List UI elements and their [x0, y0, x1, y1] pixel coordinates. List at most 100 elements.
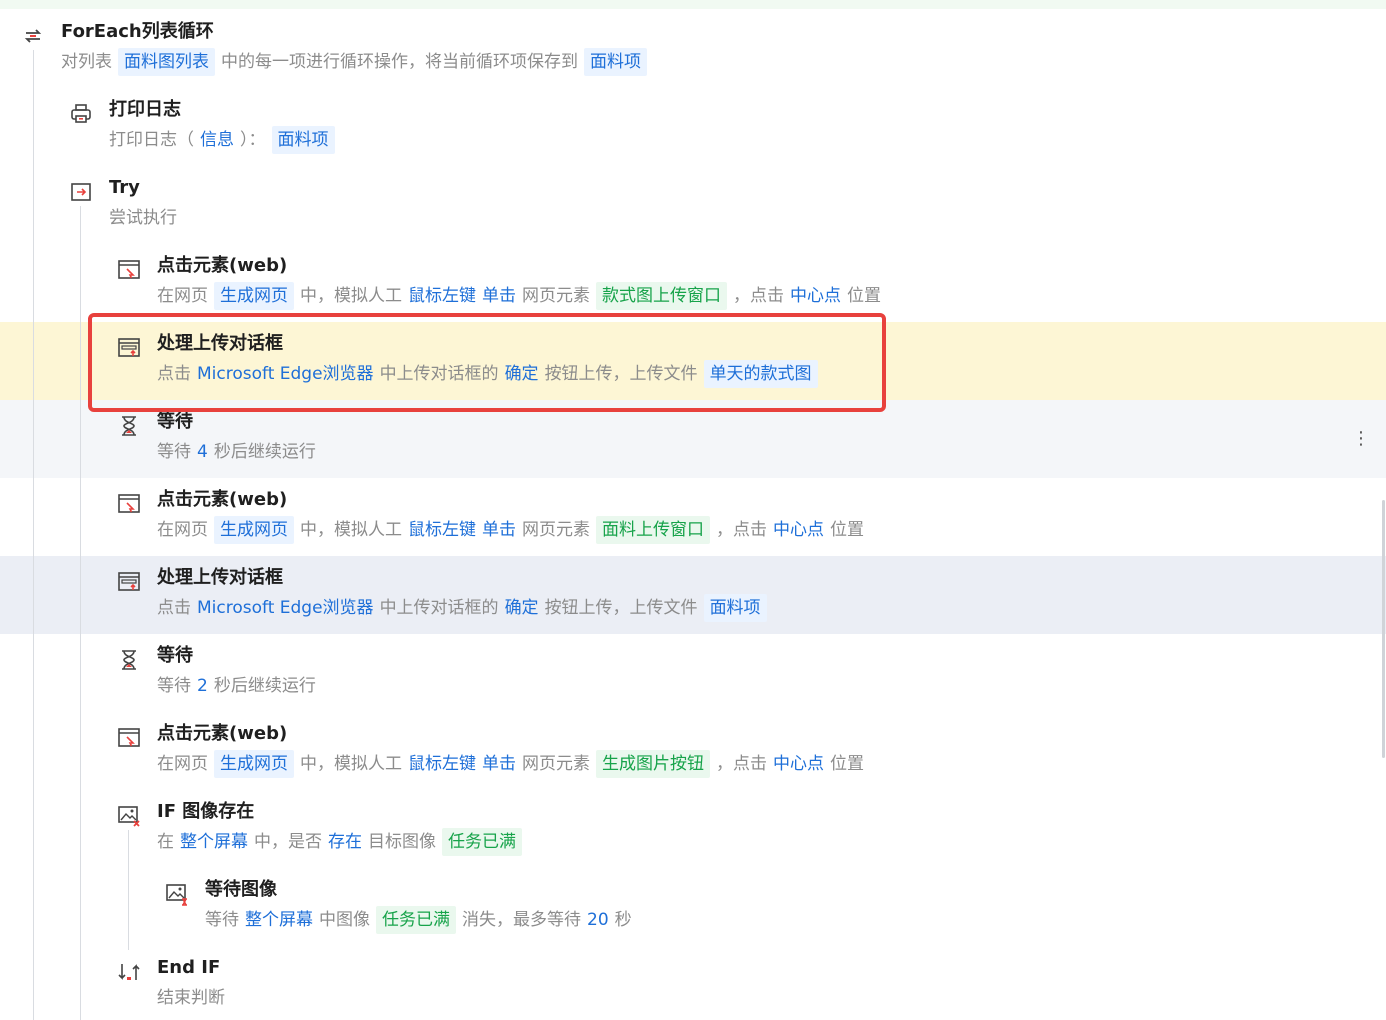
- desc-text: ）：: [240, 130, 266, 150]
- param-value[interactable]: 4: [197, 438, 208, 466]
- desc-text: ，点击: [716, 520, 767, 540]
- param-value[interactable]: 存在: [328, 828, 362, 856]
- param-value[interactable]: 中心点: [773, 516, 824, 544]
- desc-text: 按钮上传，上传文件: [544, 598, 698, 618]
- param-chip[interactable]: 面料项: [584, 48, 647, 76]
- desc-text: 在网页: [157, 754, 208, 774]
- param-value[interactable]: 鼠标左键: [408, 750, 476, 778]
- param-value[interactable]: 整个屏幕: [245, 906, 313, 934]
- try-icon: [71, 183, 91, 201]
- step-title: End IF: [157, 957, 221, 978]
- param-chip[interactable]: 面料图列表: [118, 48, 215, 76]
- desc-text: 等待: [157, 676, 191, 696]
- desc-text: 打印日志（: [109, 130, 194, 150]
- step-desc: 在网页 生成网页 中，模拟人工 鼠标左键 单击 网页元素 面料上传窗口 ，点击 中心点 位置: [157, 516, 864, 544]
- param-value[interactable]: 单击: [482, 282, 516, 310]
- desc-text: 目标图像: [368, 832, 436, 852]
- param-value[interactable]: 单击: [482, 750, 516, 778]
- printer-icon: [71, 104, 91, 123]
- step-desc: 等待 2 秒后继续运行: [157, 672, 316, 700]
- param-chip[interactable]: 任务已满: [376, 906, 456, 934]
- desc-text: 秒: [614, 910, 632, 930]
- param-chip[interactable]: 生成网页: [214, 750, 294, 778]
- step-desc: 在整个屏幕 中，是否 存在 目标图像 任务已满: [157, 828, 522, 856]
- param-value[interactable]: 2: [197, 672, 208, 700]
- desc-text: 在网页: [157, 286, 208, 306]
- hourglass-icon: [122, 416, 136, 436]
- desc-text: 点击: [157, 598, 191, 618]
- upload-dialog-icon: [118, 572, 140, 591]
- param-value[interactable]: 信息: [200, 126, 234, 154]
- step-title: 处理上传对话框: [157, 567, 283, 588]
- desc-text: 网页元素: [522, 754, 590, 774]
- step-title: 点击元素(web): [157, 489, 288, 510]
- tree-line-foreach: [33, 50, 34, 1020]
- desc-text: 消失，最多等待: [462, 910, 581, 930]
- end-if-icon: [118, 964, 140, 980]
- step-desc: 在网页 生成网页 中，模拟人工 鼠标左键 单击 网页元素 款式图上传窗口 ，点击 中心点 位置: [157, 282, 881, 310]
- param-chip[interactable]: 生成网页: [214, 282, 294, 310]
- image-check-icon: [118, 806, 140, 827]
- param-chip[interactable]: 面料项: [703, 594, 767, 622]
- param-value[interactable]: 单击: [482, 516, 516, 544]
- param-value[interactable]: 鼠标左键: [408, 516, 476, 544]
- step-title: 打印日志: [109, 99, 181, 120]
- step-desc: 点击 Microsoft Edge浏览器 中上传对话框的 确定 按钮上传，上传文件 面料项: [157, 594, 767, 622]
- desc-text: 中图像: [319, 910, 370, 930]
- desc-text: 等待: [205, 910, 239, 930]
- param-chip[interactable]: 面料项: [271, 126, 335, 154]
- desc-text: 等待: [157, 442, 191, 462]
- loop-icon: [24, 29, 42, 43]
- step-desc: 等待 4 秒后继续运行: [157, 438, 316, 466]
- click-web-icon: [118, 260, 140, 279]
- desc-text: 结束判断: [157, 988, 225, 1008]
- desc-text: 中的每一项进行循环操作，将当前循环项保存到: [221, 52, 578, 72]
- step-desc: 打印日志（ 信息 ）： 面料项: [109, 126, 335, 154]
- desc-text: 中，模拟人工: [300, 520, 402, 540]
- step-title: 等待: [157, 645, 193, 666]
- top-strip: [0, 0, 1386, 9]
- step-title: 点击元素(web): [157, 255, 288, 276]
- desc-text: 对列表: [61, 52, 112, 72]
- tree-line-try: [80, 206, 81, 1020]
- param-chip[interactable]: 生成图片按钮: [596, 750, 710, 778]
- param-chip[interactable]: 款式图上传窗口: [596, 282, 727, 310]
- step-title: IF 图像存在: [157, 801, 255, 822]
- param-value[interactable]: 整个屏幕: [180, 828, 248, 856]
- image-wait-icon: [166, 884, 187, 906]
- desc-text: 网页元素: [522, 286, 590, 306]
- param-value[interactable]: 中心点: [773, 750, 824, 778]
- step-desc: 等待 整个屏幕 中图像 任务已满 消失，最多等待 20 秒: [205, 906, 632, 934]
- annotation-highlight-box: [88, 313, 886, 412]
- param-value[interactable]: Microsoft Edge浏览器: [197, 594, 374, 622]
- desc-text: 秒后继续运行: [213, 442, 316, 462]
- desc-text: 在: [157, 832, 174, 852]
- step-title: 等待图像: [205, 879, 277, 900]
- scrollbar-thumb[interactable]: [1382, 500, 1385, 758]
- param-value[interactable]: 20: [587, 906, 609, 934]
- param-chip[interactable]: 任务已满: [442, 828, 522, 856]
- desc-text: 秒后继续运行: [213, 676, 316, 696]
- param-chip[interactable]: 面料上传窗口: [596, 516, 710, 544]
- step-title: 等待: [157, 411, 193, 432]
- more-options-icon[interactable]: ⋮: [1352, 428, 1370, 450]
- desc-text: 尝试执行: [109, 208, 177, 228]
- step-title: 点击元素(web): [157, 723, 288, 744]
- step-title: Try: [109, 177, 140, 198]
- step-desc: 结束判断: [157, 984, 225, 1012]
- desc-text: 位置: [830, 520, 864, 540]
- step-desc: 在网页 生成网页 中，模拟人工 鼠标左键 单击 网页元素 生成图片按钮 ，点击 中心点 位置: [157, 750, 864, 778]
- param-chip[interactable]: 生成网页: [214, 516, 294, 544]
- step-desc: 对列表 面料图列表 中的每一项进行循环操作，将当前循环项保存到 面料项: [61, 48, 647, 76]
- step-desc: 尝试执行: [109, 204, 177, 232]
- desc-text: ，点击: [716, 754, 767, 774]
- param-value[interactable]: 确定: [505, 594, 539, 622]
- param-value[interactable]: 中心点: [790, 282, 841, 310]
- desc-text: 在网页: [157, 520, 208, 540]
- param-value[interactable]: 鼠标左键: [408, 282, 476, 310]
- desc-text: 中，是否: [254, 832, 322, 852]
- desc-text: 中，模拟人工: [300, 286, 402, 306]
- desc-text: 中上传对话框的: [379, 598, 499, 618]
- desc-text: 中，模拟人工: [300, 754, 402, 774]
- desc-text: 网页元素: [522, 520, 590, 540]
